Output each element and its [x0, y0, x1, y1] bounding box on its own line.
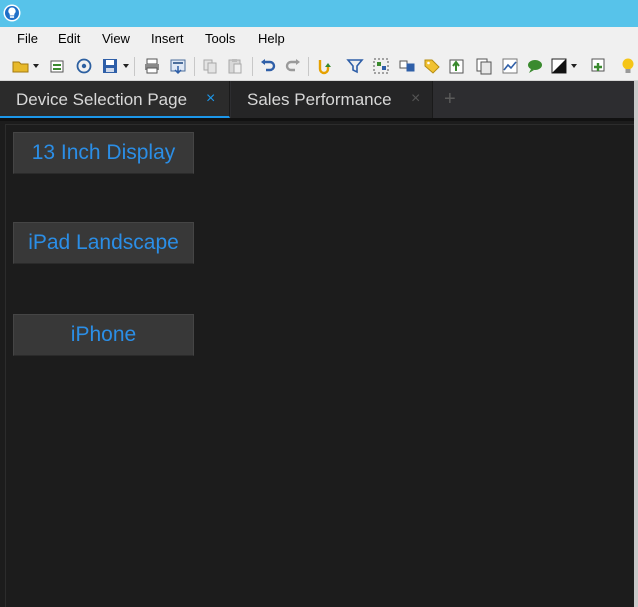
new-sheet-icon[interactable] — [48, 57, 66, 75]
toolbar-separator — [194, 57, 195, 76]
close-icon[interactable]: × — [206, 91, 215, 107]
save-icon[interactable] — [101, 57, 119, 75]
iphone-button[interactable]: iPhone — [13, 314, 194, 356]
tab-sales-performance[interactable]: Sales Performance × — [231, 81, 433, 118]
menu-bar: File Edit View Insert Tools Help — [0, 27, 638, 51]
print-icon[interactable] — [143, 57, 161, 75]
paste-icon[interactable] — [226, 57, 244, 75]
open-folder-icon[interactable] — [12, 57, 30, 75]
menu-tools[interactable]: Tools — [205, 31, 235, 46]
undo-icon[interactable] — [259, 57, 277, 75]
export-icon[interactable] — [169, 57, 187, 75]
app-logo-icon — [3, 4, 21, 22]
group-icon[interactable] — [398, 57, 416, 75]
toolbar — [0, 51, 638, 81]
duplicate-icon[interactable] — [475, 57, 493, 75]
redo-icon[interactable] — [284, 57, 302, 75]
add-tab-icon[interactable]: + — [444, 88, 456, 111]
select-data-icon[interactable] — [372, 57, 390, 75]
title-bar — [0, 0, 638, 27]
tag-icon[interactable] — [423, 57, 441, 75]
toolbar-separator — [308, 57, 309, 76]
ipad-landscape-button[interactable]: iPad Landscape — [13, 222, 194, 264]
tab-device-selection-page[interactable]: Device Selection Page × — [0, 81, 230, 118]
connect-data-icon[interactable] — [75, 57, 93, 75]
tab-label: Sales Performance — [247, 90, 392, 109]
toolbar-separator — [134, 57, 135, 76]
copy-icon[interactable] — [201, 57, 219, 75]
toolbar-separator — [252, 57, 253, 76]
window-edge — [634, 81, 638, 607]
filter-icon[interactable] — [346, 57, 364, 75]
comment-icon[interactable] — [526, 57, 544, 75]
menu-edit[interactable]: Edit — [58, 31, 80, 46]
tab-bar: Device Selection Page × Sales Performanc… — [0, 81, 638, 118]
theme-icon[interactable] — [550, 57, 568, 75]
dashboard-canvas — [0, 118, 638, 607]
tab-label: Device Selection Page — [16, 90, 188, 109]
chevron-down-icon[interactable] — [123, 64, 129, 68]
refresh-icon[interactable] — [316, 57, 334, 75]
canvas-content — [5, 124, 638, 607]
chart-icon[interactable] — [501, 57, 519, 75]
display-13-inch-button[interactable]: 13 Inch Display — [13, 132, 194, 174]
menu-file[interactable]: File — [17, 31, 38, 46]
add-object-icon[interactable] — [588, 57, 606, 75]
close-icon[interactable]: × — [411, 91, 420, 107]
menu-help[interactable]: Help — [258, 31, 285, 46]
chevron-down-icon[interactable] — [33, 64, 39, 68]
menu-insert[interactable]: Insert — [151, 31, 184, 46]
sort-icon[interactable] — [448, 57, 466, 75]
lightbulb-icon[interactable] — [619, 57, 637, 75]
chevron-down-icon[interactable] — [571, 64, 577, 68]
menu-view[interactable]: View — [102, 31, 130, 46]
